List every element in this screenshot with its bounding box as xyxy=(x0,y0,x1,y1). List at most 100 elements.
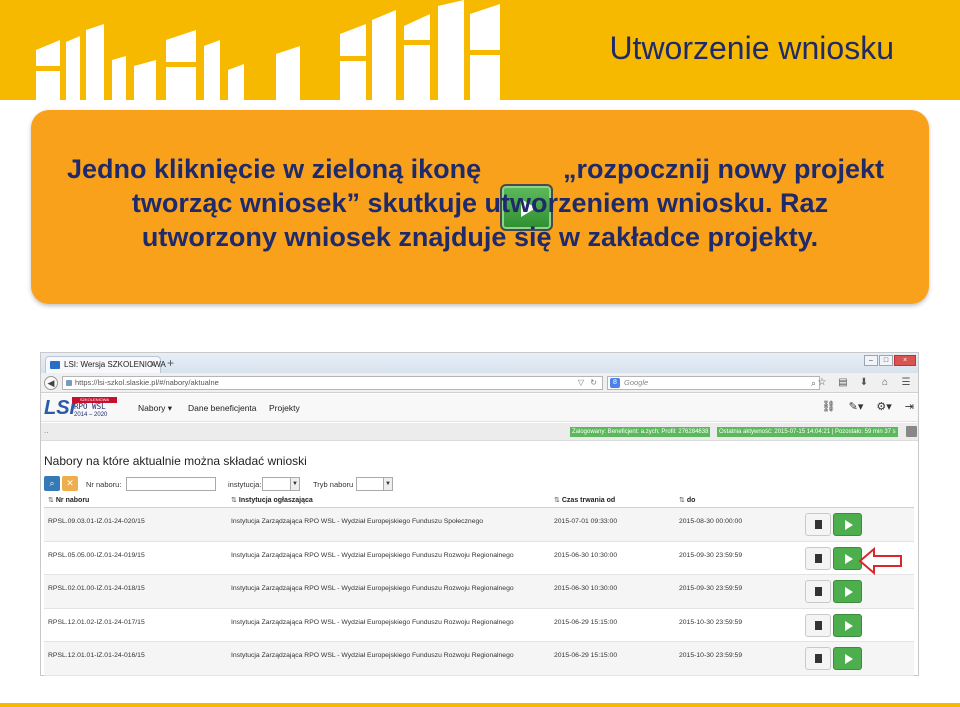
menu-nabory[interactable]: Nabory ▾ xyxy=(138,403,172,414)
menu-projekty[interactable]: Projekty xyxy=(269,403,300,413)
instytucja-label: instytucja: xyxy=(228,480,262,489)
cell-od: 2015-06-29 15:15:00 xyxy=(554,618,618,626)
maximize-icon[interactable]: □ xyxy=(879,355,893,366)
app-tools: ⛓ ✎▾ ⚙▾ ⇥ xyxy=(809,401,914,413)
search-button[interactable]: ⌕ xyxy=(44,476,60,491)
gear-icon[interactable]: ⚙▾ xyxy=(876,401,891,413)
hierarchy-icon[interactable]: ⛓ xyxy=(822,401,836,413)
activity-badge: Ostatnia aktywność: 2015-07-15 14:04:21 … xyxy=(717,427,898,437)
document-icon[interactable] xyxy=(805,613,831,637)
cell-nr: RPSL.12.01.01-IZ.01-24-016/15 xyxy=(48,652,145,659)
play-icon[interactable] xyxy=(833,647,862,670)
cell-nr: RPSL.05.05.00-IZ.01-24-019/15 xyxy=(48,551,145,559)
slide-title: Utworzenie wniosku xyxy=(609,30,894,66)
callout-line-1-end: „rozpocznij nowy projekt xyxy=(563,154,885,184)
table-row: RPSL.12.01.02-IZ.01-24-017/15 Instytucja… xyxy=(44,609,914,642)
tryb-naboru-select[interactable]: ▼ xyxy=(356,477,393,491)
browser-toolbar-icons: ☆ ▤ ⬇ ⌂ ☰ xyxy=(807,377,912,389)
document-icon[interactable] xyxy=(805,647,831,670)
window-close-icon[interactable]: × xyxy=(894,355,916,366)
home-icon[interactable]: ⌂ xyxy=(879,377,891,389)
column-header-nr[interactable]: ⇅ Nr naboru xyxy=(48,496,89,504)
wrench-icon[interactable]: ✎▾ xyxy=(849,401,864,413)
browser-window: LSI: Wersja SZKOLENIOWA × + – □ × ◀ http… xyxy=(40,352,919,676)
cell-od: 2015-06-29 15:15:00 xyxy=(554,652,618,659)
download-icon[interactable]: ⬇ xyxy=(858,377,870,389)
lsi-logo[interactable]: LSI SZKOLENIOWA RPO WSL 2014 – 2020 xyxy=(44,397,118,419)
user-icon[interactable] xyxy=(906,426,917,437)
instytucja-select[interactable]: ▼ xyxy=(262,477,300,491)
logout-icon[interactable]: ⇥ xyxy=(905,401,914,413)
nr-naboru-input[interactable] xyxy=(126,477,216,491)
clear-button[interactable]: ✕ xyxy=(62,476,78,491)
callout-line-2: tworząc wniosek” skutkuje utworzeniem wn… xyxy=(131,188,829,218)
play-icon[interactable] xyxy=(833,613,862,637)
slide-header: Utworzenie wniosku xyxy=(0,0,960,100)
nr-naboru-label: Nr naboru: xyxy=(86,480,122,489)
cell-instytucja: Instytucja Zarządzająca RPO WSL - Wydzia… xyxy=(231,652,514,659)
cell-od: 2015-06-30 10:30:00 xyxy=(554,551,618,559)
cell-instytucja: Instytucja Zarządzająca RPO WSL - Wydzia… xyxy=(231,618,514,626)
cell-instytucja: Instytucja Zarządzająca RPO WSL - Wydzia… xyxy=(231,585,514,592)
google-icon: 8 xyxy=(610,378,620,388)
browser-tab[interactable]: LSI: Wersja SZKOLENIOWA × xyxy=(45,356,166,373)
play-icon[interactable] xyxy=(833,513,862,536)
app-header: LSI SZKOLENIOWA RPO WSL 2014 – 2020 Nabo… xyxy=(41,394,918,422)
cell-do: 2015-10-30 23:59:59 xyxy=(679,652,743,659)
table-row: RPSL.05.05.00-IZ.01-24-019/15 Instytucja… xyxy=(44,542,914,575)
cell-nr: RPSL.09.03.01-IZ.01-24-020/15 xyxy=(48,518,145,525)
lock-icon xyxy=(66,380,72,386)
star-icon[interactable]: ☆ xyxy=(816,377,828,389)
favicon-icon xyxy=(50,361,60,369)
fe-logo-graphic xyxy=(36,0,500,100)
play-icon[interactable] xyxy=(833,580,862,603)
tab-close-icon[interactable]: × xyxy=(150,357,155,372)
menu-dane-beneficjenta[interactable]: Dane beneficjenta xyxy=(188,403,257,413)
page-title: Nabory na które aktualnie można składać … xyxy=(44,454,307,468)
search-placeholder: Google xyxy=(624,378,649,387)
document-icon[interactable] xyxy=(805,580,831,603)
reload-icon[interactable]: ↻ xyxy=(590,377,597,389)
cell-do: 2015-10-30 23:59:59 xyxy=(679,618,743,626)
callout-line-1-start: Jedno kliknięcie w zieloną ikonę xyxy=(67,154,482,184)
browser-navbar: ◀ https://lsi-szkol.slaskie.pl/#/nabory/… xyxy=(41,373,918,393)
column-header-od[interactable]: ⇅ Czas trwania od xyxy=(554,496,615,504)
filter-bar: ⌕ ✕ Nr naboru: instytucja: ▼ Tryb naboru… xyxy=(44,475,914,493)
sort-icon: ⇅ xyxy=(554,497,560,504)
chevron-down-icon: ▼ xyxy=(290,478,299,490)
address-bar[interactable]: https://lsi-szkol.slaskie.pl/#/nabory/ak… xyxy=(62,376,603,390)
dropdown-icon[interactable]: ▽ xyxy=(578,377,584,389)
document-icon[interactable] xyxy=(805,546,831,570)
cell-instytucja: Instytucja Zarządzająca RPO WSL - Wydzia… xyxy=(231,551,514,559)
table-row: RPSL.09.03.01-IZ.01-24-020/15 Instytucja… xyxy=(44,508,914,542)
new-tab-button[interactable]: + xyxy=(167,356,174,370)
tryb-naboru-label: Tryb naboru xyxy=(313,480,354,489)
cell-nr: RPSL.02.01.00-IZ.01-24-018/15 xyxy=(48,585,145,592)
address-bar-url: https://lsi-szkol.slaskie.pl/#/nabory/ak… xyxy=(75,378,219,387)
back-icon[interactable]: ◀ xyxy=(44,376,58,390)
chevron-down-icon: ▼ xyxy=(383,478,392,490)
cell-do: 2015-09-30 23:59:59 xyxy=(679,585,743,592)
column-header-do[interactable]: ⇅ do xyxy=(679,496,695,504)
user-badge: Zalogowany: Beneficjent: a.zych; Profil:… xyxy=(570,427,711,437)
logo-lsi-text: LSI xyxy=(44,397,76,419)
callout-line-3: utworzony wniosek znajduje się w zakładc… xyxy=(141,222,819,252)
column-header-instytucja[interactable]: ⇅ Instytucja ogłaszająca xyxy=(231,496,313,504)
sort-icon: ⇅ xyxy=(231,497,237,504)
sort-icon: ⇅ xyxy=(679,497,685,504)
nabory-table: ⇅ Nr naboru ⇅ Instytucja ogłaszająca ⇅ Czas… xyxy=(44,494,914,676)
menu-icon[interactable]: ☰ xyxy=(900,377,912,389)
search-input[interactable]: 8 Google ⌕ xyxy=(607,376,820,390)
document-icon[interactable] xyxy=(805,513,831,536)
cell-do: 2015-09-30 23:59:59 xyxy=(679,551,743,559)
slide-footer-bar xyxy=(0,703,960,707)
window-controls: – □ × xyxy=(863,355,916,368)
table-header: ⇅ Nr naboru ⇅ Instytucja ogłaszająca ⇅ Czas… xyxy=(44,494,914,508)
table-row: RPSL.02.01.00-IZ.01-24-018/15 Instytucja… xyxy=(44,575,914,609)
sort-icon: ⇅ xyxy=(48,497,54,504)
cell-nr: RPSL.12.01.02-IZ.01-24-017/15 xyxy=(48,618,145,626)
minimize-icon[interactable]: – xyxy=(864,355,878,366)
clipboard-icon[interactable]: ▤ xyxy=(837,377,849,389)
callout-box: Jedno kliknięcie w zieloną ikonę „rozpoc… xyxy=(31,110,929,304)
cell-instytucja: Instytucja Zarządzająca RPO WSL - Wydzia… xyxy=(231,518,484,525)
